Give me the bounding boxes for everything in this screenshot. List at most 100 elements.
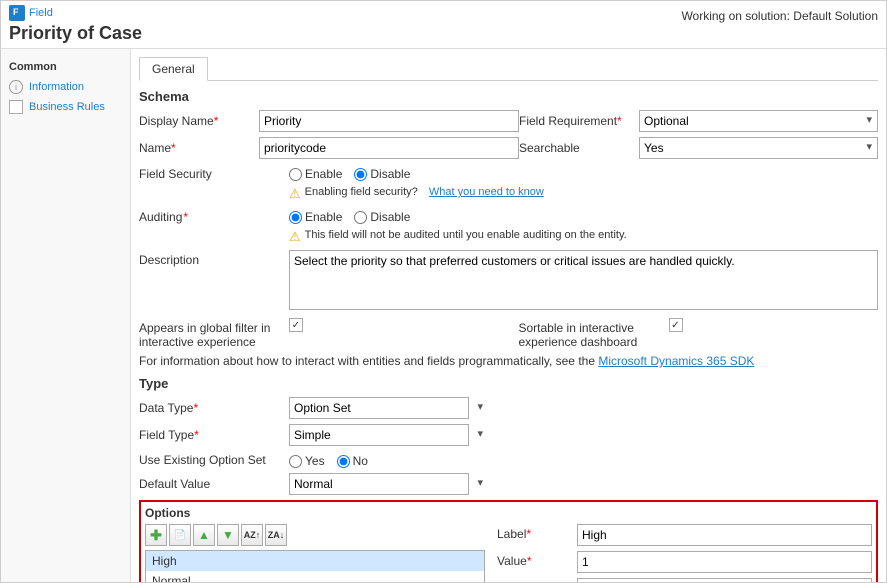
move-down-icon: ▼	[222, 528, 234, 542]
field-type-label: Field Type*	[139, 428, 289, 442]
field-security-info-text: Enabling field security?	[305, 186, 418, 198]
move-up-button[interactable]: ▲	[193, 524, 215, 546]
field-type-row: Field Type* Simple	[139, 424, 878, 446]
sidebar-information-label: Information	[29, 81, 84, 93]
options-title: Options	[145, 506, 872, 520]
auditing-enable-radio[interactable]	[289, 211, 302, 224]
sortable-checkbox-row	[669, 318, 683, 332]
appears-checkbox[interactable]	[289, 318, 303, 332]
detail-description-textarea[interactable]	[577, 578, 872, 582]
option-item-high[interactable]: High	[146, 551, 484, 571]
default-value-select[interactable]: Normal High Low Critical	[289, 473, 469, 495]
sdk-link[interactable]: Microsoft Dynamics 365 SDK	[598, 354, 754, 368]
detail-value-label: Value*	[497, 551, 577, 568]
move-up-icon: ▲	[198, 528, 210, 542]
add-option-button[interactable]: ✚	[145, 524, 167, 546]
options-section: Options ✚ 📄	[139, 500, 878, 582]
name-input[interactable]	[259, 137, 519, 159]
copy-option-button[interactable]: 📄	[169, 524, 191, 546]
data-type-wrapper: Option Set	[289, 397, 489, 419]
sort-az-button[interactable]: AZ↑	[241, 524, 263, 546]
data-type-row: Data Type* Option Set	[139, 397, 878, 419]
options-list-container: ✚ 📄 ▲ ▼ AZ↑	[145, 524, 485, 582]
appears-col: Appears in global filter in interactive …	[139, 318, 499, 349]
field-type-wrapper: Simple	[289, 424, 489, 446]
searchable-right: Searchable Yes No	[519, 137, 878, 159]
detail-value-row: Value*	[497, 551, 872, 573]
searchable-select[interactable]: Yes No	[639, 137, 878, 159]
sortable-col: Sortable in interactive experience dashb…	[519, 318, 879, 349]
field-security-disable-option[interactable]: Disable	[354, 167, 410, 181]
field-type-select[interactable]: Simple	[289, 424, 469, 446]
display-name-required: *	[214, 114, 219, 128]
warning-icon: ⚠	[289, 186, 301, 202]
auditing-warning-icon: ⚠	[289, 229, 301, 245]
display-name-label: Display Name*	[139, 114, 259, 128]
field-security-disable-radio[interactable]	[354, 168, 367, 181]
auditing-disable-option[interactable]: Disable	[354, 210, 410, 224]
sortable-checkbox[interactable]	[669, 318, 683, 332]
sidebar-section-title: Common	[1, 57, 130, 77]
field-requirement-label: Field Requirement*	[519, 114, 639, 128]
sortable-label: Sortable in interactive experience dashb…	[519, 318, 669, 349]
auditing-radio-group: Enable Disable	[289, 207, 878, 224]
tab-general[interactable]: General	[139, 57, 208, 81]
use-existing-no-radio[interactable]	[337, 455, 350, 468]
sort-za-button[interactable]: ZA↓	[265, 524, 287, 546]
detail-value-input[interactable]	[577, 551, 872, 573]
field-requirement-wrapper: Optional Business Recommended Business R…	[639, 110, 878, 132]
detail-label-row: Label*	[497, 524, 872, 546]
field-security-radio-group: Enable Disable	[289, 164, 878, 181]
use-existing-control: Yes No	[289, 451, 878, 468]
description-textarea[interactable]: Select the priority so that preferred cu…	[289, 250, 878, 310]
data-type-select[interactable]: Option Set	[289, 397, 469, 419]
use-existing-yes-label: Yes	[305, 454, 325, 468]
rules-icon	[9, 100, 23, 114]
field-security-enable-option[interactable]: Enable	[289, 167, 342, 181]
copy-icon: 📄	[174, 530, 186, 541]
name-label: Name*	[139, 141, 259, 155]
use-existing-yes-radio[interactable]	[289, 455, 302, 468]
sidebar: Common i Information Business Rules	[1, 49, 131, 582]
display-name-input-wrapper	[259, 110, 519, 132]
move-down-button[interactable]: ▼	[217, 524, 239, 546]
detail-label-input[interactable]	[577, 524, 872, 546]
use-existing-no-option[interactable]: No	[337, 454, 368, 468]
field-req-required: *	[617, 114, 622, 128]
options-toolbar: ✚ 📄 ▲ ▼ AZ↑	[145, 524, 485, 546]
header-bar: Field Priority of Case Working on soluti…	[1, 1, 886, 49]
field-security-enable-radio[interactable]	[289, 168, 302, 181]
add-icon: ✚	[150, 527, 162, 544]
use-existing-yes-option[interactable]: Yes	[289, 454, 325, 468]
name-row: Name* Searchable Yes No	[139, 137, 878, 159]
sidebar-item-business-rules[interactable]: Business Rules	[1, 97, 130, 117]
field-tag-text: Field	[29, 7, 53, 19]
main-layout: Common i Information Business Rules Gene…	[1, 49, 886, 582]
tab-bar: General	[139, 57, 878, 81]
auditing-disable-radio[interactable]	[354, 211, 367, 224]
description-label: Description	[139, 250, 289, 267]
data-type-label: Data Type*	[139, 401, 289, 415]
sort-za-icon: ZA↓	[268, 530, 285, 540]
auditing-enable-option[interactable]: Enable	[289, 210, 342, 224]
info-icon: i	[9, 80, 23, 94]
description-row: Description Select the priority so that …	[139, 250, 878, 313]
sidebar-item-information[interactable]: i Information	[1, 77, 130, 97]
field-security-disable-label: Disable	[370, 167, 410, 181]
name-input-wrapper	[259, 137, 519, 159]
sdk-row: For information about how to interact wi…	[139, 354, 878, 368]
auditing-row: Auditing* Enable Disable	[139, 207, 878, 224]
field-security-label: Field Security	[139, 164, 289, 181]
sort-az-icon: AZ↑	[244, 530, 261, 540]
field-requirement-select[interactable]: Optional Business Recommended Business R…	[639, 110, 878, 132]
field-security-link[interactable]: What you need to know	[429, 186, 544, 198]
default-value-wrapper: Normal High Low Critical	[289, 473, 489, 495]
field-security-control: Enable Disable	[289, 164, 878, 181]
display-name-input[interactable]	[259, 110, 519, 132]
use-existing-row: Use Existing Option Set Yes No	[139, 451, 878, 468]
use-existing-radio-group: Yes No	[289, 451, 878, 468]
sidebar-business-rules-label: Business Rules	[29, 101, 105, 113]
searchable-wrapper: Yes No	[639, 137, 878, 159]
field-security-enable-label: Enable	[305, 167, 342, 181]
option-item-normal[interactable]: Normal	[146, 571, 484, 582]
